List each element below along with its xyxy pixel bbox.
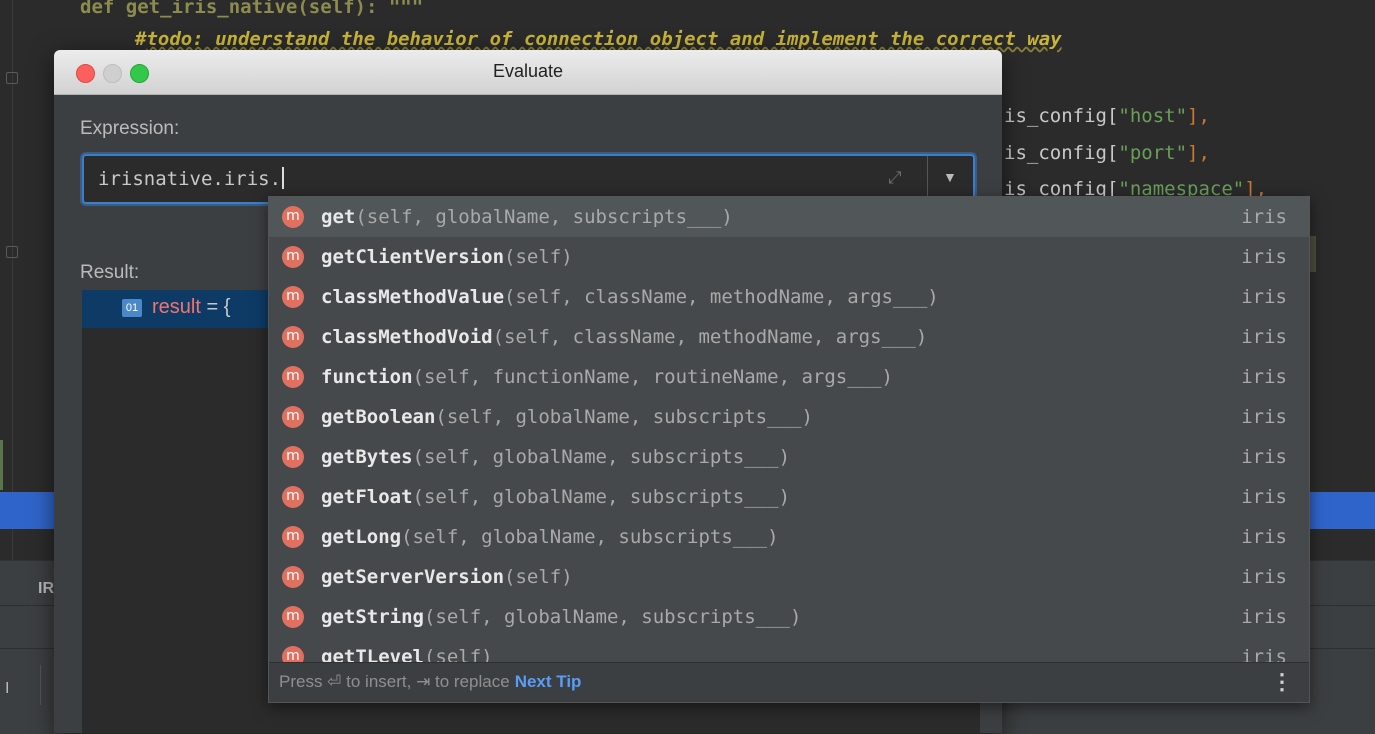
completion-name: getTLevel(self) <box>321 646 493 662</box>
method-icon: m <box>282 246 304 268</box>
completion-name: function(self, functionName, routineName… <box>321 366 893 388</box>
code-line-cut: def get_iris_native(self): """ <box>80 0 424 18</box>
completion-type: iris <box>1241 486 1287 508</box>
todo-hash: # <box>135 28 147 50</box>
completion-type: iris <box>1241 286 1287 308</box>
fold-icon[interactable] <box>6 72 18 84</box>
completion-type: iris <box>1241 606 1287 628</box>
code-punct: ], <box>1187 105 1210 127</box>
completion-item[interactable]: m function(self, functionName, routineNam… <box>269 357 1309 397</box>
fold-icon[interactable] <box>6 246 18 258</box>
completion-name: getString(self, globalName, subscripts__… <box>321 606 802 628</box>
completion-type: iris <box>1241 326 1287 348</box>
completion-type: iris <box>1241 526 1287 548</box>
completion-item[interactable]: m getBytes(self, globalName, subscripts__… <box>269 437 1309 477</box>
method-icon: m <box>282 326 304 348</box>
method-icon: m <box>282 566 304 588</box>
completion-footer: Press ⏎ to insert, ⇥ to replace Next Tip … <box>269 662 1309 702</box>
dialog-titlebar[interactable]: Evaluate <box>54 50 1002 95</box>
completion-name: classMethodVoid(self, className, methodN… <box>321 326 928 348</box>
completion-name: getBytes(self, globalName, subscripts___… <box>321 446 791 468</box>
completion-type: iris <box>1241 246 1287 268</box>
completion-name: getLong(self, globalName, subscripts___) <box>321 526 779 548</box>
method-icon: m <box>282 526 304 548</box>
completion-item[interactable]: m get(self, globalName, subscripts___) iri… <box>269 197 1309 237</box>
code-completion-popup[interactable]: m get(self, globalName, subscripts___) iri… <box>268 196 1310 703</box>
completion-name: get(self, globalName, subscripts___) <box>321 206 733 228</box>
tool-window-tab[interactable]: IR <box>38 580 54 598</box>
method-icon: m <box>282 646 304 662</box>
code-string: "host" <box>1118 105 1188 127</box>
code-string: "port" <box>1118 142 1188 164</box>
completion-type: iris <box>1241 566 1287 588</box>
completion-type: iris <box>1241 366 1287 388</box>
method-icon: m <box>282 606 304 628</box>
completion-item[interactable]: m getServerVersion(self) iris <box>269 557 1309 597</box>
completion-item[interactable]: m getBoolean(self, globalName, subscripts… <box>269 397 1309 437</box>
variable-icon: 01 <box>122 299 142 317</box>
completion-name: classMethodValue(self, className, method… <box>321 286 939 308</box>
completion-item[interactable]: m classMethodVoid(self, className, method… <box>269 317 1309 357</box>
chevron-down-icon[interactable]: ▼ <box>943 169 957 185</box>
completion-item[interactable]: m getLong(self, globalName, subscripts___… <box>269 517 1309 557</box>
completion-name: getServerVersion(self) <box>321 566 573 588</box>
text-cursor-icon[interactable]: I <box>5 680 9 698</box>
method-icon: m <box>282 286 304 308</box>
text-caret <box>282 167 285 189</box>
change-marker <box>0 440 3 490</box>
todo-comment: #todo: understand the behavior of connec… <box>135 28 1062 50</box>
code-line: is_config["port"], <box>1004 142 1210 164</box>
method-icon: m <box>282 446 304 468</box>
result-text: result = { <box>152 296 230 319</box>
result-eq: = { <box>200 296 231 318</box>
method-icon: m <box>282 366 304 388</box>
completion-type: iris <box>1241 646 1287 662</box>
completion-type: iris <box>1241 406 1287 428</box>
expression-text: irisnative.iris. <box>98 168 282 190</box>
todo-text: todo: understand the behavior of connect… <box>146 28 1062 50</box>
expand-icon[interactable]: ⤢ <box>888 168 902 188</box>
result-label: Result: <box>80 262 140 283</box>
next-tip-link[interactable]: Next Tip <box>515 672 582 691</box>
dialog-title: Evaluate <box>492 61 564 81</box>
method-icon: m <box>282 486 304 508</box>
code-text: is_config[ <box>1004 105 1119 127</box>
completion-type: iris <box>1241 446 1287 468</box>
method-icon: m <box>282 406 304 428</box>
completion-item[interactable]: m getTLevel(self) iris <box>269 637 1309 662</box>
completion-name: getBoolean(self, globalName, subscripts_… <box>321 406 813 428</box>
scroll-marker <box>1310 236 1316 272</box>
completion-type: iris <box>1241 206 1287 228</box>
completion-list[interactable]: m get(self, globalName, subscripts___) iri… <box>269 197 1309 662</box>
code-punct: ], <box>1187 142 1210 164</box>
code-line: is_config["host"], <box>1004 105 1210 127</box>
more-vertical-icon[interactable]: ⋮ <box>1271 669 1293 695</box>
completion-name: getFloat(self, globalName, subscripts___… <box>321 486 791 508</box>
completion-item[interactable]: m classMethodValue(self, className, metho… <box>269 277 1309 317</box>
expression-label: Expression: <box>80 118 180 139</box>
divider <box>40 665 41 705</box>
completion-item[interactable]: m getFloat(self, globalName, subscripts__… <box>269 477 1309 517</box>
hint-text: Press ⏎ to insert, ⇥ to replace <box>279 672 510 691</box>
code-text: is_config[ <box>1004 142 1119 164</box>
footer-hint: Press ⏎ to insert, ⇥ to replace Next Tip <box>279 672 581 692</box>
method-icon: m <box>282 206 304 228</box>
completion-item[interactable]: m getString(self, globalName, subscripts_… <box>269 597 1309 637</box>
completion-name: getClientVersion(self) <box>321 246 573 268</box>
completion-item[interactable]: m getClientVersion(self) iris <box>269 237 1309 277</box>
result-var: result <box>152 296 201 318</box>
expression-value[interactable]: irisnative.iris. <box>98 167 285 190</box>
